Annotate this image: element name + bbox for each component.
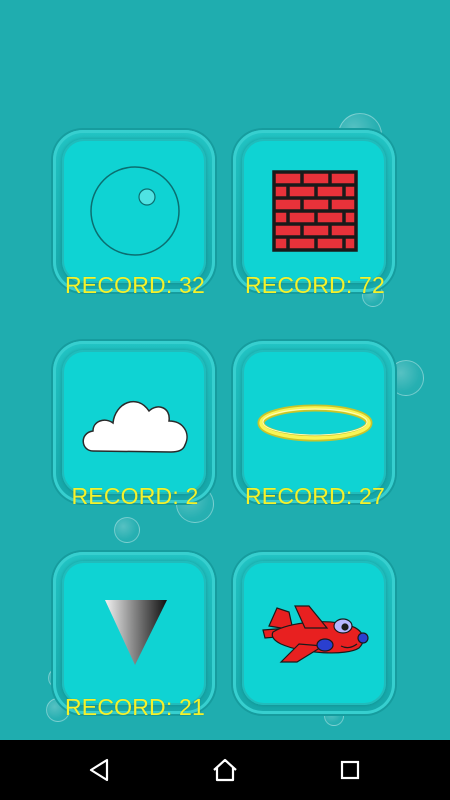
level-tile-halo-ring[interactable] xyxy=(233,341,395,503)
record-label: RECORD: 27 xyxy=(244,483,386,509)
brick-wall-icon xyxy=(272,170,358,252)
record-label: RECORD: 32 xyxy=(64,272,206,298)
record-label: RECORD: 21 xyxy=(64,694,206,720)
level-tile-cloud[interactable] xyxy=(53,341,215,503)
inverted-triangle-icon xyxy=(105,600,167,665)
level-tile-airplane[interactable] xyxy=(233,552,395,714)
ball-icon xyxy=(90,166,180,256)
system-navigation-bar xyxy=(0,740,450,800)
recents-icon[interactable] xyxy=(335,755,365,785)
back-icon[interactable] xyxy=(85,755,115,785)
cloud-icon xyxy=(82,400,188,453)
halo-ring-icon xyxy=(257,404,373,442)
bubble-decoration xyxy=(114,517,140,543)
record-label: RECORD: 72 xyxy=(244,272,386,298)
level-tile-brick-wall[interactable] xyxy=(233,130,395,292)
record-label: RECORD: 2 xyxy=(71,483,199,509)
level-tile-ball[interactable] xyxy=(53,130,215,292)
level-tile-triangle[interactable] xyxy=(53,552,215,714)
home-icon[interactable] xyxy=(210,755,240,785)
airplane-icon xyxy=(262,605,369,663)
